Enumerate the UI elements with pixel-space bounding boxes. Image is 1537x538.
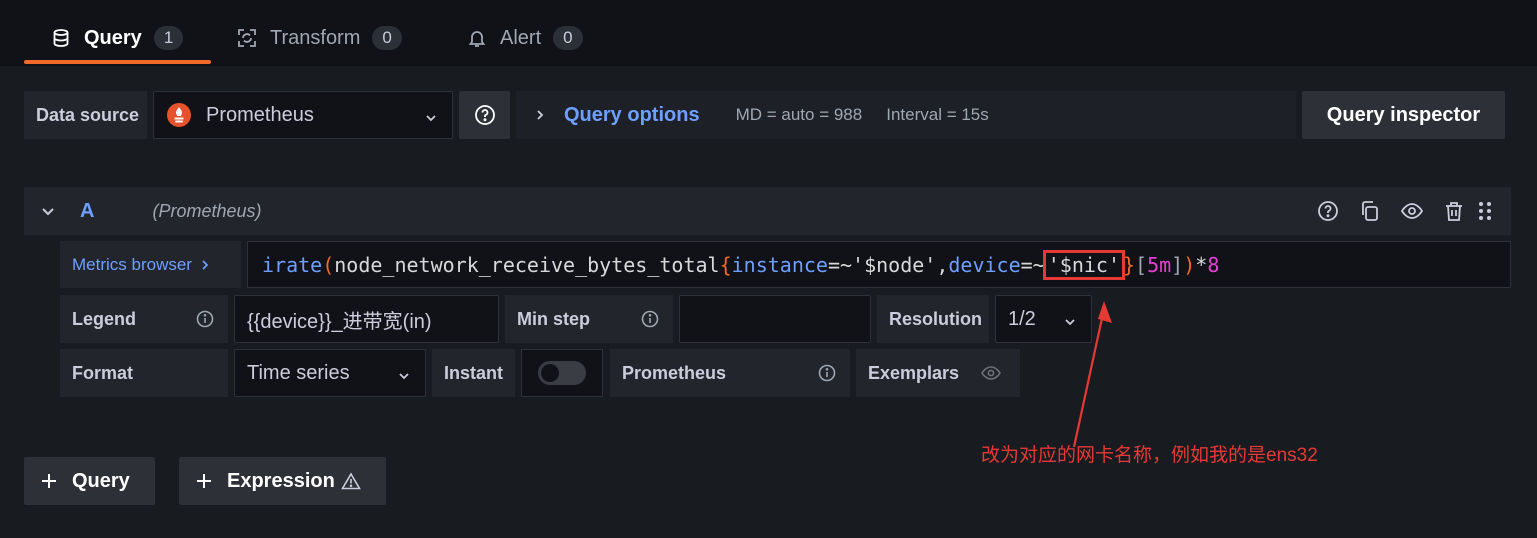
query-metric: node_network_receive_bytes_total [334, 252, 720, 277]
brace-open: { [719, 252, 732, 277]
question-icon [474, 104, 496, 126]
legend-input[interactable]: {{device}}_进带宽(in) [234, 295, 499, 343]
paren-open: ( [322, 252, 335, 277]
editor-tabs: Query 1 Transform 0 Alert 0 [0, 0, 1537, 66]
instant-label: Instant [432, 349, 515, 397]
warning-icon [340, 472, 361, 490]
add-expression-button[interactable]: Expression [179, 457, 386, 505]
query-row-header: A (Prometheus) [24, 187, 1511, 235]
query-value-nic-highlighted: '$nic' [1042, 249, 1125, 280]
tab-query[interactable]: Query 1 [50, 16, 184, 60]
tab-alert[interactable]: Alert 0 [466, 16, 583, 60]
prometheus-label-text: Prometheus [622, 362, 727, 383]
query-help-icon[interactable] [1317, 200, 1339, 222]
tab-alert-label: Alert [500, 26, 542, 49]
info-icon [818, 364, 836, 382]
multiply-op: * [1195, 252, 1208, 277]
tab-transform-label: Transform [270, 26, 361, 49]
datasource-value: Prometheus [206, 103, 314, 126]
trash-icon[interactable] [1443, 200, 1465, 222]
query-datasource-name: (Prometheus) [152, 200, 262, 221]
legend-label: Legend [60, 295, 228, 343]
chevron-right-icon [534, 108, 546, 122]
toggle-knob [541, 364, 559, 382]
add-expression-label: Expression [227, 469, 335, 492]
annotation-text: 改为对应的网卡名称，例如我的是ens32 [981, 445, 1318, 466]
collapse-chevron-icon[interactable] [40, 203, 56, 219]
paren-close: ) [1183, 252, 1196, 277]
database-icon [50, 27, 72, 49]
transform-icon [236, 27, 258, 49]
format-label: Format [60, 349, 228, 397]
query-options-label: Query options [564, 103, 700, 126]
query-options-bar[interactable]: Query options MD = auto = 988 Interval =… [516, 91, 1296, 139]
datasource-help-button[interactable] [459, 91, 510, 139]
bracket-open: [ [1135, 252, 1148, 277]
tab-transform[interactable]: Transform 0 [236, 16, 402, 60]
info-icon [196, 310, 214, 328]
add-query-label: Query [72, 469, 130, 492]
format-select[interactable]: Time series [234, 349, 426, 397]
query-op-2: =~ [1020, 252, 1045, 277]
query-label-device: device [948, 252, 1021, 277]
query-multiplier: 8 [1207, 252, 1220, 277]
query-inspector-button[interactable]: Query inspector [1302, 91, 1505, 139]
metrics-browser-label: Metrics browser [72, 254, 192, 274]
query-label-instance: instance [731, 252, 828, 277]
toggle-track [538, 361, 586, 385]
exemplars-toggle[interactable]: Exemplars [856, 349, 1020, 397]
active-tab-indicator [24, 60, 211, 64]
query-value-node: '$node' [852, 252, 937, 277]
prometheus-type-label: Prometheus [610, 349, 850, 397]
annotation-arrow [1072, 301, 1112, 448]
format-value: Time series [247, 361, 350, 384]
min-step-input[interactable] [679, 295, 871, 343]
add-query-button[interactable]: Query [24, 457, 155, 505]
tab-query-label: Query [84, 26, 142, 49]
query-op-1: =~ [827, 252, 853, 277]
comma: , [936, 252, 949, 277]
datasource-label: Data source [24, 91, 147, 139]
info-icon [641, 310, 659, 328]
query-expression-editor[interactable]: irate(node_network_receive_bytes_total{i… [247, 241, 1511, 288]
resolution-value: 1/2 [1008, 307, 1036, 330]
plus-icon [40, 472, 58, 490]
chevron-down-icon [424, 108, 438, 122]
chevron-right-icon [200, 258, 210, 272]
tab-alert-count: 0 [553, 26, 583, 50]
query-ref-id[interactable]: A [80, 200, 94, 223]
metrics-browser-button[interactable]: Metrics browser [60, 241, 241, 288]
chevron-down-icon [397, 366, 411, 380]
resolution-label: Resolution [877, 295, 989, 343]
tab-transform-count: 0 [372, 26, 402, 50]
exemplars-label-text: Exemplars [868, 362, 960, 383]
plus-icon [195, 472, 213, 490]
query-options-md: MD = auto = 988 [735, 105, 863, 124]
drag-handle-icon[interactable] [1477, 200, 1493, 222]
prometheus-logo-icon [166, 102, 192, 128]
min-step-label-text: Min step [517, 308, 591, 329]
query-range: 5m [1147, 252, 1172, 277]
min-step-label: Min step [505, 295, 673, 343]
query-fn: irate [262, 252, 323, 277]
eye-icon [980, 363, 1002, 383]
bell-icon [466, 27, 488, 49]
bracket-close: ] [1171, 252, 1184, 277]
legend-label-text: Legend [72, 308, 137, 329]
eye-icon[interactable] [1400, 200, 1424, 222]
instant-toggle[interactable] [521, 349, 603, 397]
brace-close: } [1122, 252, 1136, 277]
query-options-interval: Interval = 15s [886, 105, 989, 124]
datasource-picker[interactable]: Prometheus [153, 91, 453, 139]
duplicate-query-icon[interactable] [1359, 200, 1381, 222]
tab-query-count: 1 [153, 26, 184, 50]
